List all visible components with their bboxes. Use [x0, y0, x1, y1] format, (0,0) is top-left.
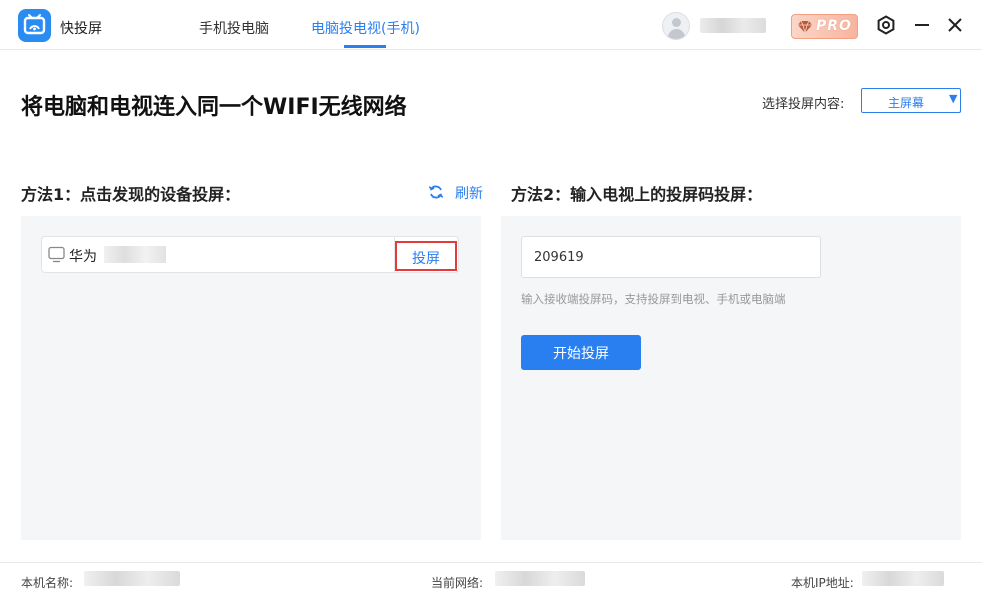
host-name-label: 本机名称:	[21, 576, 74, 590]
refresh-button[interactable]: 刷新	[428, 182, 488, 202]
refresh-label: 刷新	[455, 186, 483, 202]
page-title: 将电脑和电视连入同一个WIFI无线网络	[21, 95, 407, 120]
select-value: 主屏幕	[888, 96, 925, 110]
device-id-redacted	[104, 246, 166, 263]
app-logo-icon	[18, 9, 51, 42]
list-item: 华为 投屏	[41, 236, 459, 273]
tab-pc-to-tv[interactable]: 电脑投电视(手机)	[311, 18, 420, 38]
caret-down-icon: ▼	[949, 92, 958, 105]
minimize-icon[interactable]	[912, 15, 932, 35]
active-tab-indicator	[344, 45, 386, 48]
network-label: 当前网络:	[431, 576, 484, 590]
pro-badge[interactable]: PRO	[791, 14, 858, 39]
pro-label: PRO	[816, 18, 852, 34]
status-footer: 本机名称: 当前网络: 本机IP地址:	[0, 562, 982, 597]
app-name: 快投屏	[60, 21, 102, 37]
select-content-label: 选择投屏内容:	[762, 97, 845, 112]
diamond-icon	[798, 20, 812, 34]
screen-content-select[interactable]: 主屏幕 ▼	[861, 88, 961, 113]
title-bar: 快投屏 手机投电脑 电脑投电视(手机) PRO	[0, 0, 982, 50]
avatar[interactable]	[662, 12, 690, 40]
tv-icon	[48, 246, 65, 263]
cast-code-panel: 输入接收端投屏码，支持投屏到电视、手机或电脑端 开始投屏	[501, 216, 961, 540]
cast-button-label: 投屏	[412, 251, 440, 267]
method2-title: 方法2：输入电视上的投屏码投屏：	[511, 185, 763, 204]
ip-label: 本机IP地址:	[791, 576, 854, 590]
start-cast-button[interactable]: 开始投屏	[521, 335, 641, 370]
network-redacted	[495, 571, 585, 586]
method1-title: 方法1：点击发现的设备投屏：	[21, 185, 241, 204]
host-name-redacted	[84, 571, 180, 586]
cast-code-hint: 输入接收端投屏码，支持投屏到电视、手机或电脑端	[521, 292, 786, 306]
close-icon[interactable]	[945, 15, 965, 35]
ip-redacted	[862, 571, 944, 586]
cast-code-input[interactable]	[521, 236, 821, 278]
tab-phone-to-pc[interactable]: 手机投电脑	[199, 18, 269, 38]
cast-button[interactable]: 投屏	[395, 241, 457, 271]
device-name: 华为	[69, 249, 97, 265]
settings-icon[interactable]	[876, 15, 896, 35]
refresh-icon	[428, 185, 444, 199]
username-redacted	[700, 18, 766, 33]
device-list-panel: 华为 投屏	[21, 216, 481, 540]
